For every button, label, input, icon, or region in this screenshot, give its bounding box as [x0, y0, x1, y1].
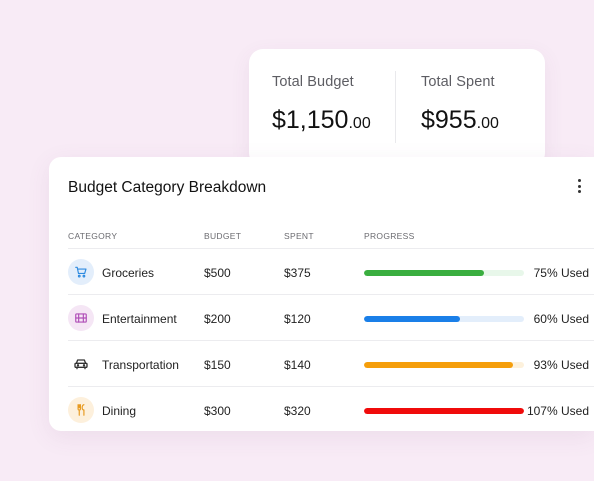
totals-card: Total Budget $1,150.00 Total Spent $955.…	[249, 49, 545, 167]
category-name: Entertainment	[102, 312, 177, 326]
column-header-spent: SPENT	[284, 231, 314, 241]
total-budget-block: Total Budget $1,150.00	[249, 49, 396, 167]
column-header-category: CATEGORY	[68, 231, 118, 241]
category-name: Groceries	[102, 266, 155, 280]
table-row-groceries[interactable]: Groceries $500 $375 75% Used	[68, 248, 594, 294]
column-header-budget: BUDGET	[204, 231, 242, 241]
card-title: Budget Category Breakdown	[68, 179, 267, 196]
total-spent-amount: $955.00	[421, 106, 545, 135]
category-spent: $120	[284, 312, 311, 326]
table-row-dining[interactable]: Dining $300 $320 107% Used	[68, 386, 594, 431]
category-budget: $500	[204, 266, 231, 280]
category-name: Transportation	[102, 358, 179, 372]
total-budget-dollars: $1,150	[272, 106, 349, 134]
table-row-transportation[interactable]: Transportation $150 $140 93% Used	[68, 340, 594, 386]
used-label: 60% Used	[533, 312, 589, 326]
total-budget-cents: .00	[348, 115, 371, 132]
total-spent-label: Total Spent	[421, 74, 495, 90]
category-spent: $375	[284, 266, 311, 280]
category-budget: $300	[204, 404, 231, 418]
table-row-entertainment[interactable]: Entertainment $200 $120 60% Used	[68, 294, 594, 340]
more-vertical-icon[interactable]	[570, 175, 588, 197]
progress-fill	[364, 316, 460, 322]
total-budget-amount: $1,150.00	[272, 106, 396, 135]
category-name: Dining	[102, 404, 137, 418]
total-spent-block: Total Spent $955.00	[395, 49, 545, 167]
category-spent: $140	[284, 358, 311, 372]
progress-track	[364, 362, 524, 368]
progress-track	[364, 316, 524, 322]
total-spent-cents: .00	[476, 115, 499, 132]
total-spent-dollars: $955	[421, 106, 477, 134]
used-label: 107% Used	[526, 404, 589, 418]
category-budget: $150	[204, 358, 231, 372]
utensils-icon	[68, 397, 94, 423]
category-spent: $320	[284, 404, 311, 418]
progress-track	[364, 270, 524, 276]
car-icon	[68, 351, 94, 377]
progress-fill	[364, 362, 513, 368]
progress-fill	[364, 408, 524, 414]
category-budget: $200	[204, 312, 231, 326]
used-label: 93% Used	[533, 358, 589, 372]
budget-breakdown-card: Budget Category Breakdown CATEGORY BUDGE…	[49, 157, 594, 431]
film-icon	[68, 305, 94, 331]
progress-track	[364, 408, 524, 414]
used-label: 75% Used	[533, 266, 589, 280]
total-budget-label: Total Budget	[272, 74, 354, 90]
progress-fill	[364, 270, 484, 276]
cart-icon	[68, 259, 94, 285]
column-header-progress: PROGRESS	[364, 231, 415, 241]
